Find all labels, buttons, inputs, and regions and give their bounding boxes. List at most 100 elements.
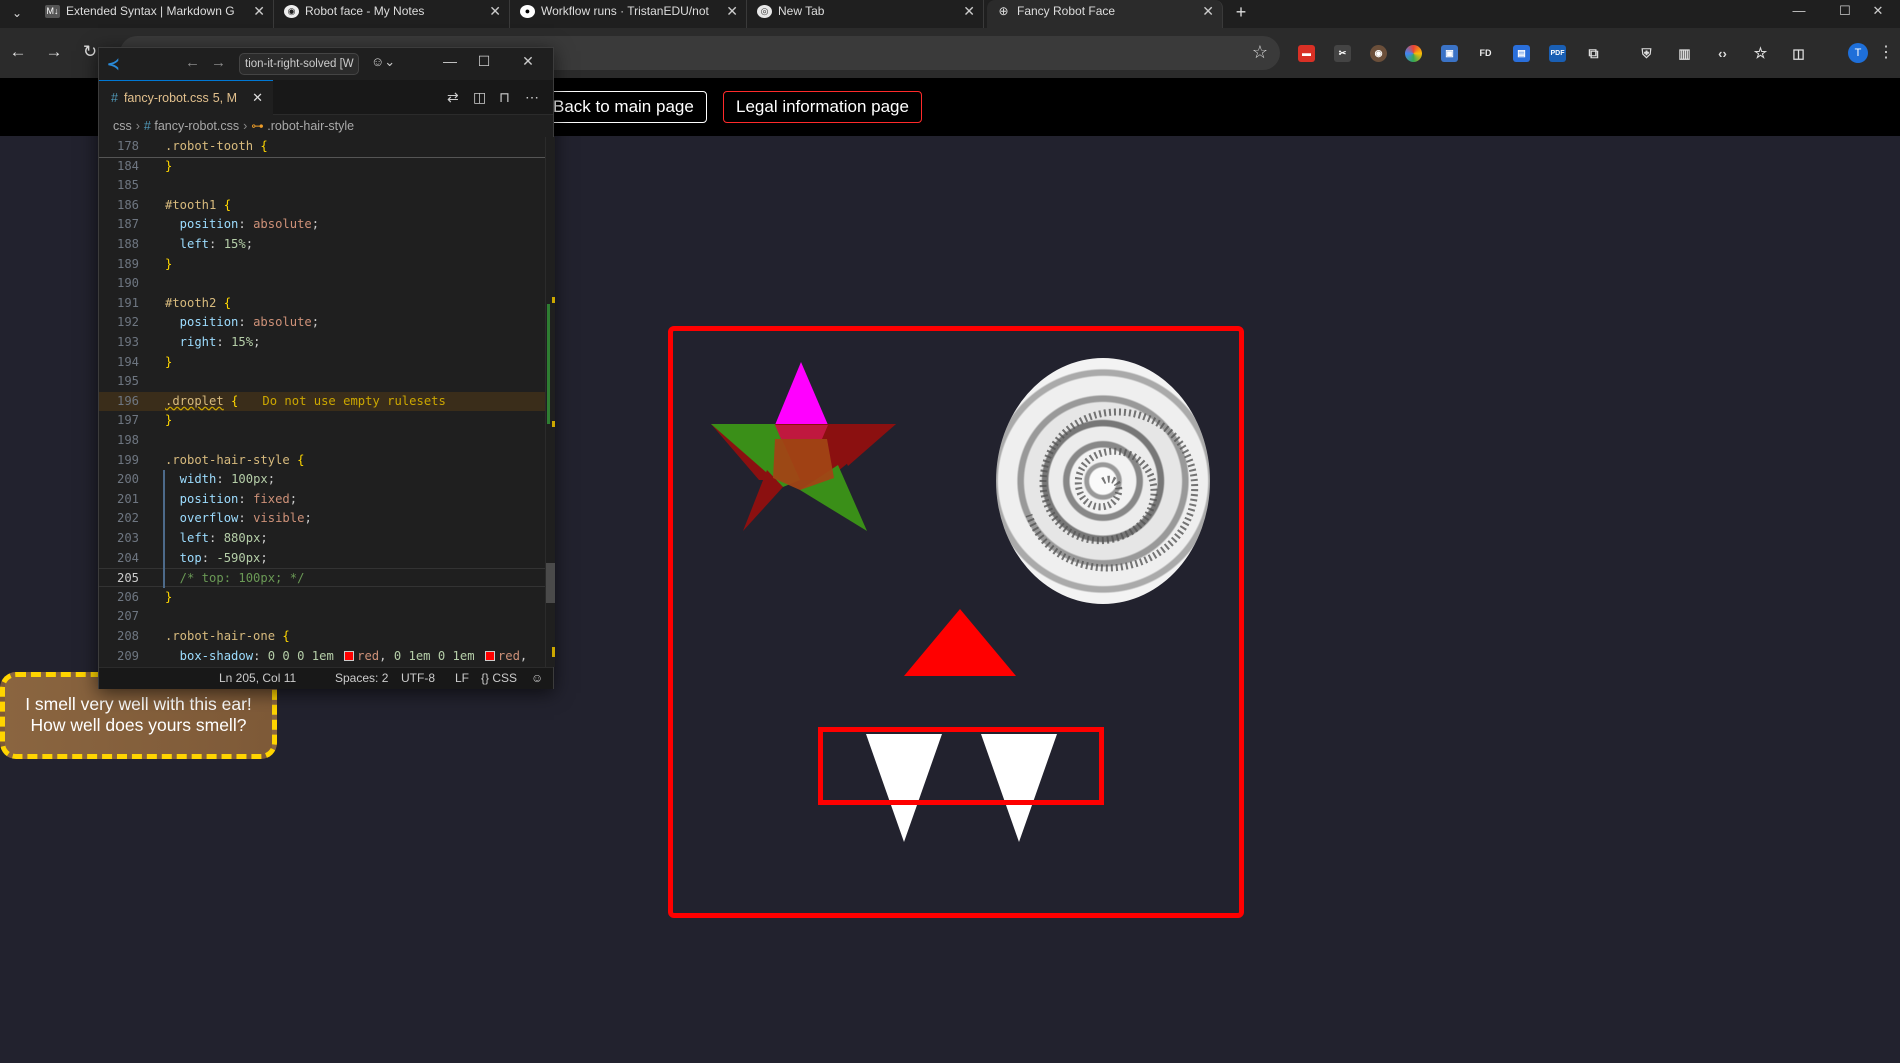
code-token: #tooth2 <box>165 295 224 310</box>
split-editor-icon[interactable]: ◫ <box>473 89 486 106</box>
code-line[interactable]: 200 width: 100px; <box>99 470 547 489</box>
code-line[interactable]: 185 <box>99 176 547 195</box>
line-number: 190 <box>116 276 139 291</box>
code-line[interactable]: 189} <box>99 255 547 274</box>
breadcrumb-folder[interactable]: css <box>113 119 132 133</box>
code-line[interactable]: 184} <box>99 157 547 176</box>
code-line[interactable]: 178 .robot-tooth { <box>99 137 547 156</box>
code-line[interactable]: 186 #tooth1 { <box>99 196 547 215</box>
line-number: 206 <box>116 589 139 604</box>
code-token: 100px <box>231 472 268 487</box>
line-number: 184 <box>116 158 139 173</box>
copilot-status-icon[interactable]: ☺ <box>531 668 543 689</box>
tab-close-icon[interactable]: ✕ <box>252 81 263 115</box>
spiral-pattern <box>1025 408 1199 572</box>
editor-scrollbar[interactable] <box>545 137 555 667</box>
code-token: .robot-hair-one <box>165 629 283 643</box>
code-token: position <box>165 491 239 506</box>
breadcrumb: css › # fancy-robot.css › ⊶ .robot-hair-styl… <box>99 115 553 137</box>
code-token: 15% <box>223 237 246 251</box>
line-number: 186 <box>116 197 139 212</box>
code-line[interactable]: 195 <box>99 372 547 391</box>
code-token: , <box>519 648 528 663</box>
command-center[interactable]: tion-it-right-solved [W <box>239 53 359 75</box>
vscode-forward-icon[interactable]: → <box>211 54 226 71</box>
line-code: } <box>165 411 172 430</box>
code-token: 880px <box>223 531 261 545</box>
breadcrumb-symbol[interactable]: .robot-hair-style <box>267 119 354 133</box>
line-number: 204 <box>116 550 139 565</box>
code-line[interactable]: 202 overflow: visible; <box>99 509 547 528</box>
code-token: absolute <box>253 315 312 330</box>
code-token: ; <box>289 491 298 506</box>
code-line[interactable]: 208 .robot-hair-one { <box>99 627 547 646</box>
star-center-top <box>775 425 828 439</box>
code-token: ; <box>311 217 320 232</box>
vscode-minimize-button[interactable]: — <box>435 53 465 69</box>
code-line[interactable]: 199 .robot-hair-style { <box>99 451 547 470</box>
code-line[interactable]: 187 position: absolute; <box>99 215 547 234</box>
line-code: overflow: visible; <box>165 509 312 528</box>
code-line[interactable]: 201 position: fixed; <box>99 490 547 509</box>
code-line[interactable]: 191 #tooth2 { <box>99 294 547 313</box>
vscode-window[interactable]: ≺ ← → tion-it-right-solved [W ☺⌄ — ☐ ✕ #… <box>98 47 555 689</box>
vscode-maximize-button[interactable]: ☐ <box>469 53 499 70</box>
code-token: .robot-hair-style <box>165 452 298 467</box>
code-token: red <box>357 648 380 663</box>
code-token: box-shadow <box>165 648 254 663</box>
code-token: ; <box>267 472 276 487</box>
line-code: } <box>165 157 172 176</box>
vscode-close-button[interactable]: ✕ <box>513 53 543 70</box>
compare-changes-icon[interactable]: ⇄ <box>447 89 459 106</box>
code-line[interactable]: 206} <box>99 588 547 607</box>
code-line[interactable]: 197} <box>99 411 547 430</box>
code-line[interactable]: 188 left: 15%; <box>99 235 547 254</box>
code-line[interactable]: 196 .droplet {Do not use empty rulesets <box>99 391 547 411</box>
lock-icon[interactable]: ⊓ <box>499 89 510 106</box>
code-token: left <box>165 531 210 545</box>
tab-fancy-robot-css[interactable]: # fancy-robot.css 5, M ✕ <box>99 80 273 115</box>
breadcrumb-file[interactable]: fancy-robot.css <box>154 119 239 133</box>
code-line[interactable]: 207 <box>99 607 547 626</box>
code-line[interactable]: 190 <box>99 274 547 293</box>
code-line[interactable]: 198 <box>99 431 547 450</box>
code-editor[interactable]: 178 .robot-tooth {184} 185 186 #tooth1 {187 … <box>99 137 547 667</box>
scrollbar-thumb[interactable] <box>546 563 555 603</box>
css-file-icon: # <box>111 91 118 105</box>
code-line[interactable]: 204 top: -590px; <box>99 549 547 568</box>
line-code: .robot-tooth { <box>165 137 268 156</box>
code-token: : <box>209 237 224 251</box>
line-code: position: fixed; <box>165 490 297 509</box>
code-line[interactable]: 205 /* top: 100px; */ <box>99 568 547 588</box>
line-code: } <box>165 353 172 372</box>
code-token: : <box>209 531 224 545</box>
code-line[interactable]: 209 box-shadow: 0 0 0 1em red, 0 1em 0 1… <box>99 647 547 666</box>
indentation[interactable]: Spaces: 2 <box>335 668 388 689</box>
code-line[interactable]: 203 left: 880px; <box>99 529 547 548</box>
color-swatch[interactable] <box>344 650 355 661</box>
more-actions-icon[interactable]: ⋯ <box>525 89 539 106</box>
code-token: ; <box>253 335 261 349</box>
robot-mouth <box>818 727 1104 805</box>
encoding[interactable]: UTF-8 <box>401 668 435 689</box>
line-code: } <box>165 255 172 274</box>
code-token: visible <box>253 511 305 526</box>
vscode-back-icon[interactable]: ← <box>185 54 200 71</box>
line-ending[interactable]: LF <box>455 668 469 689</box>
code-token: 0 1em 0 1em <box>393 648 482 663</box>
code-token: right <box>165 335 217 349</box>
color-swatch[interactable] <box>484 650 495 661</box>
line-number: 200 <box>116 472 139 487</box>
code-token: : <box>201 550 217 565</box>
scrollbar-warning-marker <box>552 647 555 657</box>
code-line[interactable]: 192 position: absolute; <box>99 313 547 332</box>
language-mode[interactable]: {} CSS <box>481 668 517 689</box>
code-line[interactable]: 193 right: 15%; <box>99 333 547 352</box>
cursor-position[interactable]: Ln 205, Col 11 <box>219 668 296 689</box>
status-bar: Ln 205, Col 11 Spaces: 2 UTF-8 LF {} CSS… <box>99 667 553 689</box>
code-token: { <box>223 295 232 310</box>
copilot-icon[interactable]: ☺⌄ <box>371 54 395 70</box>
code-token: ; <box>260 531 268 545</box>
code-line[interactable]: 194} <box>99 353 547 372</box>
css-file-icon: # <box>143 119 155 133</box>
